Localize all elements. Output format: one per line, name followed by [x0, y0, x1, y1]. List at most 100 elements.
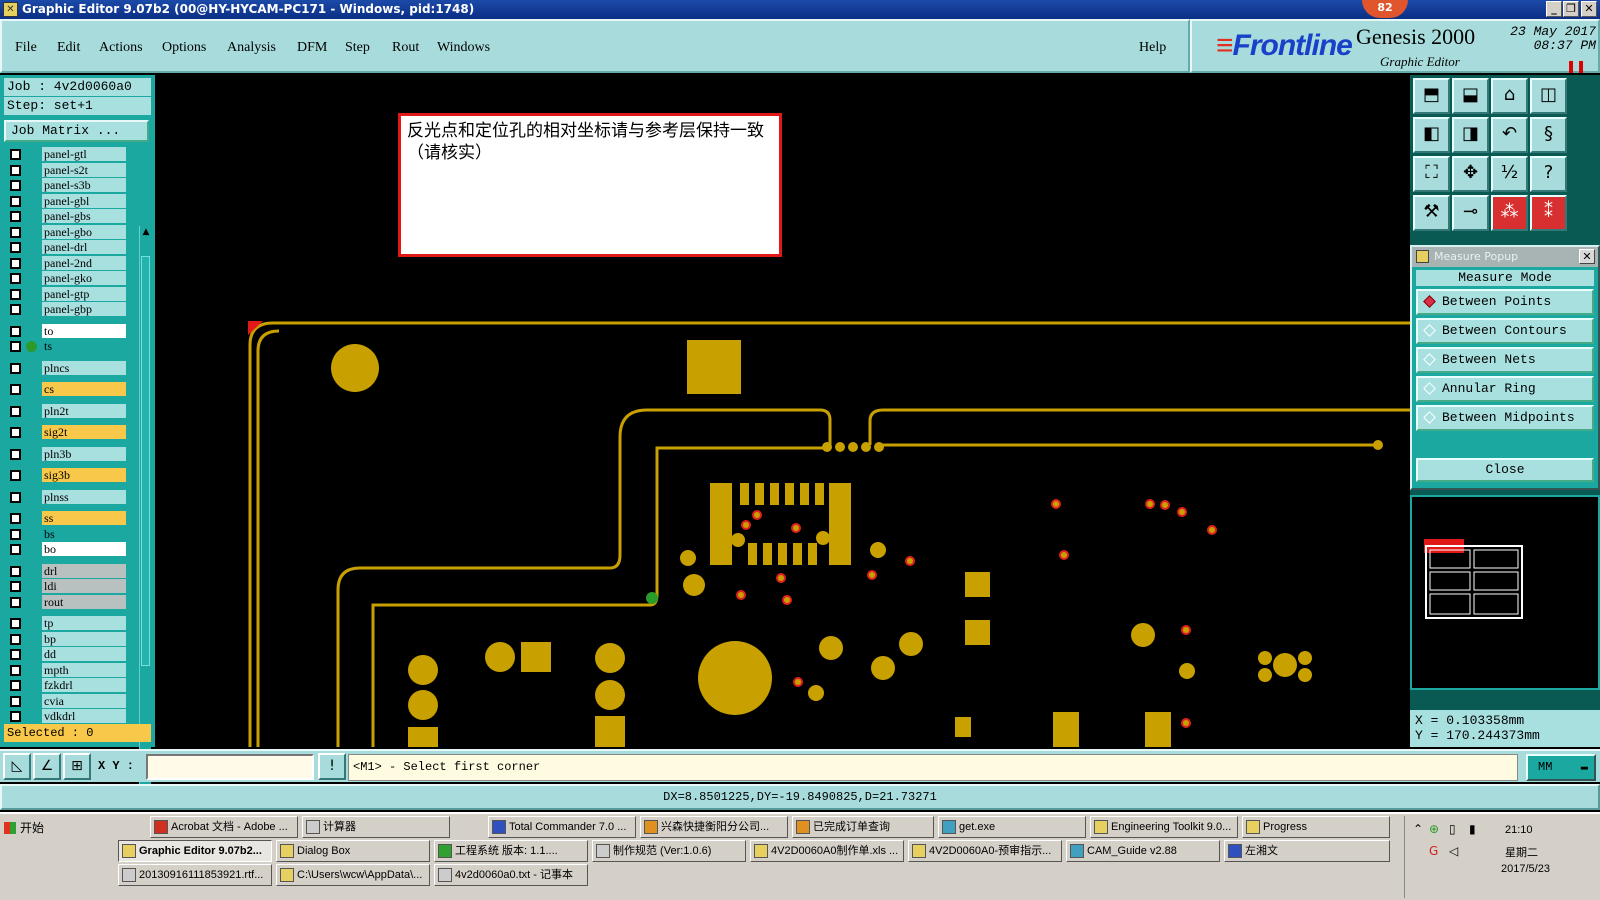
task-xingsen[interactable]: 兴森快捷衡阳分公司...	[640, 816, 788, 838]
task-get-exe[interactable]: get.exe	[938, 816, 1086, 838]
fit-icon[interactable]: ⛶	[1413, 156, 1450, 192]
scale-one-two-icon[interactable]: ½	[1491, 156, 1528, 192]
task-engineering-toolkit[interactable]: Engineering Toolkit 9.0...	[1090, 816, 1238, 838]
menu-analysis[interactable]: Analysis	[227, 40, 276, 56]
layer-checkbox[interactable]	[10, 211, 21, 222]
layer-checkbox[interactable]	[10, 257, 21, 269]
layer-checkbox[interactable]	[10, 288, 21, 300]
close-window-button[interactable]: ✕	[1581, 1, 1597, 17]
layer-checkbox[interactable]	[10, 695, 21, 707]
layer-row-fzkdrl[interactable]: fzkdrl	[4, 678, 128, 692]
menu-file[interactable]: File	[15, 40, 37, 56]
menu-options[interactable]: Options	[162, 40, 206, 56]
task-progress[interactable]: Progress	[1242, 816, 1390, 838]
layer-row-panel-s3b[interactable]: panel-s3b	[4, 178, 128, 192]
task-dialog-box[interactable]: Dialog Box	[276, 840, 430, 862]
layer-checkbox[interactable]	[10, 596, 21, 608]
task-cam-guide[interactable]: CAM_Guide v2.88	[1066, 840, 1220, 862]
tray-volume-icon[interactable]: ◁	[1449, 844, 1458, 858]
layer-checkbox[interactable]	[10, 195, 21, 207]
close-icon[interactable]: ✕	[1579, 249, 1595, 264]
layer-row-drl[interactable]: drl	[4, 563, 128, 578]
task-rtf[interactable]: 20130916111853921.rtf...	[118, 864, 272, 886]
layer-row-rout[interactable]: rout	[4, 594, 128, 609]
layer-checkbox[interactable]	[10, 226, 21, 238]
alert-icon[interactable]: !	[318, 753, 346, 780]
pcb-drawing[interactable]	[155, 75, 1410, 747]
menu-help[interactable]: Help	[1139, 40, 1166, 56]
undo-view-icon[interactable]: ↶	[1491, 117, 1528, 153]
option-between-nets[interactable]: Between Nets	[1416, 347, 1594, 373]
task-total-commander[interactable]: Total Commander 7.0 ...	[488, 816, 636, 838]
grid-icon[interactable]: ⊞	[63, 753, 91, 780]
redraw-icon[interactable]: §	[1530, 117, 1567, 153]
layer-row-plncs[interactable]: plncs	[4, 360, 128, 375]
layer-row-panel-gtp[interactable]: panel-gtp	[4, 286, 128, 301]
layer-row-dd[interactable]: dd	[4, 647, 128, 661]
minimize-button[interactable]: _	[1546, 1, 1562, 17]
layer-row-to[interactable]: to	[4, 323, 128, 338]
layer-row-panel-gtl[interactable]: panel-gtl	[4, 147, 128, 161]
task-graphic-editor[interactable]: Graphic Editor 9.07b2...	[118, 840, 272, 862]
layer-checkbox[interactable]	[10, 384, 21, 395]
layer-checkbox[interactable]	[10, 180, 21, 191]
layer-checkbox[interactable]	[10, 470, 21, 481]
layer-checkbox[interactable]	[10, 362, 21, 374]
task-xls[interactable]: 4V2D0060A0制作单.xls ...	[750, 840, 904, 862]
net-select-icon[interactable]: ⁑	[1530, 195, 1567, 231]
layer-row-panel-drl[interactable]: panel-drl	[4, 240, 128, 254]
layer-checkbox[interactable]	[10, 304, 21, 315]
graphic-canvas[interactable]	[155, 75, 1410, 747]
tray-network-icon[interactable]: ⊕	[1429, 822, 1439, 836]
menu-dfm[interactable]: DFM	[297, 40, 327, 56]
layer-row-pln2t[interactable]: pln2t	[4, 403, 128, 418]
layer-checkbox[interactable]	[10, 448, 21, 460]
measure-tool-icon[interactable]: ⚒	[1413, 195, 1450, 231]
home-icon[interactable]: ⌂	[1491, 78, 1528, 114]
pan-left-icon[interactable]: ◧	[1413, 117, 1450, 153]
pan-right-icon[interactable]: ◨	[1452, 117, 1489, 153]
layer-scrollbar[interactable]: ▲ ▼	[139, 226, 151, 794]
option-between-points[interactable]: Between Points	[1416, 289, 1594, 315]
layer-checkbox[interactable]	[10, 544, 21, 555]
layer-checkbox[interactable]	[10, 405, 21, 417]
layer-checkbox[interactable]	[10, 242, 21, 253]
clock-time[interactable]: 21:10	[1505, 824, 1533, 836]
layer-row-mpth[interactable]: mpth	[4, 662, 128, 677]
layer-row-sig3b[interactable]: sig3b	[4, 468, 128, 482]
layer-checkbox[interactable]	[10, 633, 21, 645]
task-explorer[interactable]: C:\Users\wcw\AppData\...	[276, 864, 430, 886]
angle-icon[interactable]: ∠	[33, 753, 61, 780]
job-matrix-button[interactable]: Job Matrix ...	[4, 120, 149, 142]
scroll-thumb[interactable]	[141, 256, 150, 666]
layer-checkbox[interactable]	[10, 491, 21, 503]
task-engineering-system[interactable]: 工程系统 版本: 1.1....	[434, 840, 588, 862]
option-between-midpoints[interactable]: Between Midpoints	[1416, 405, 1594, 431]
layer-row-tp[interactable]: tp	[4, 616, 128, 630]
layer-row-bo[interactable]: bo	[4, 542, 128, 556]
task-spec[interactable]: 制作规范 (Ver:1.0.6)	[592, 840, 746, 862]
layer-row-panel-gbs[interactable]: panel-gbs	[4, 209, 128, 223]
layer-checkbox[interactable]	[10, 513, 21, 524]
layer-row-sig2t[interactable]: sig2t	[4, 425, 128, 439]
xy-input[interactable]	[146, 754, 314, 780]
layer-row-panel-gbl[interactable]: panel-gbl	[4, 193, 128, 208]
window-layout-icon[interactable]: ◫	[1530, 78, 1567, 114]
layer-checkbox[interactable]	[10, 528, 21, 540]
layer-row-panel-gbo[interactable]: panel-gbo	[4, 224, 128, 239]
layer-row-plnss[interactable]: plnss	[4, 489, 128, 504]
layer-checkbox[interactable]	[10, 341, 21, 352]
task-calculator[interactable]: 计算器	[302, 816, 450, 838]
layer-row-ts[interactable]: ts	[4, 339, 128, 353]
tray-app-icon[interactable]: G	[1429, 844, 1438, 858]
layer-row-cs[interactable]: cs	[4, 382, 128, 396]
layer-row-vdkdrl[interactable]: vdkdrl	[4, 709, 128, 723]
zoom-home-icon[interactable]: ⬒	[1413, 78, 1450, 114]
scroll-up-icon[interactable]: ▲	[140, 226, 152, 238]
layer-checkbox[interactable]	[10, 325, 21, 337]
save-view-icon[interactable]: ⬓	[1452, 78, 1489, 114]
layer-row-cvia[interactable]: cvia	[4, 693, 128, 708]
task-user[interactable]: 左湘文	[1224, 840, 1390, 862]
task-preview-instructions[interactable]: 4V2D0060A0-预审指示...	[908, 840, 1062, 862]
tray-expand-icon[interactable]: ⌃	[1413, 822, 1423, 836]
